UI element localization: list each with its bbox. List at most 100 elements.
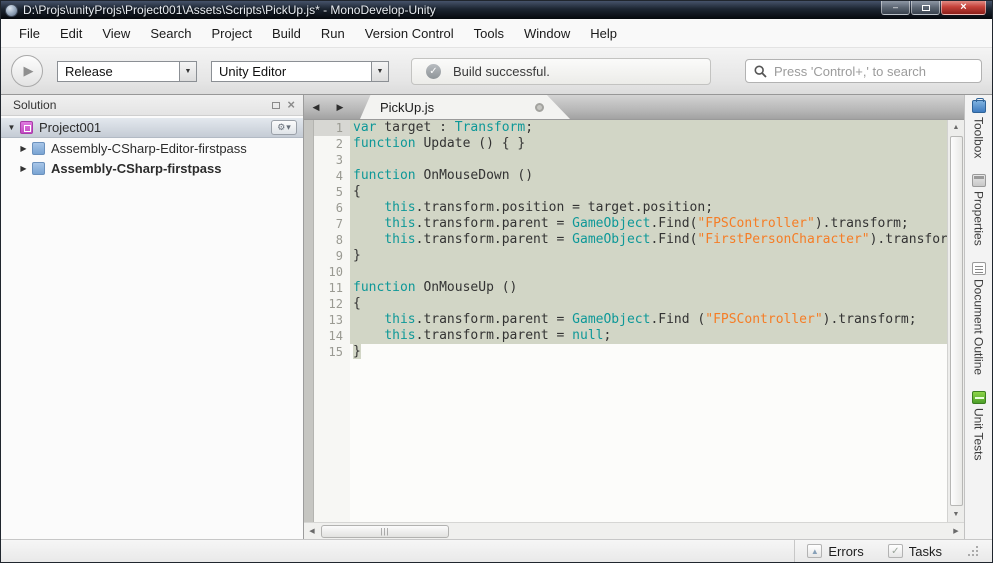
menu-item-search[interactable]: Search bbox=[140, 22, 201, 45]
run-target-dropdown[interactable]: Unity Editor ▼ bbox=[211, 60, 389, 82]
vertical-scrollbar-thumb[interactable] bbox=[949, 136, 963, 506]
code-line: 4 function OnMouseDown () bbox=[304, 168, 947, 184]
code-token: "FirstPersonCharacter" bbox=[697, 232, 870, 247]
expand-icon[interactable]: ▶ bbox=[19, 144, 28, 153]
errors-label: Errors bbox=[828, 543, 864, 559]
menu-item-build[interactable]: Build bbox=[262, 22, 311, 45]
menu-item-view[interactable]: View bbox=[92, 22, 140, 45]
expand-icon[interactable]: ▶ bbox=[19, 164, 28, 173]
close-icon: × bbox=[960, 1, 967, 13]
menu-item-run[interactable]: Run bbox=[311, 22, 355, 45]
menu-item-tools[interactable]: Tools bbox=[464, 22, 514, 45]
code-line: 1 var target : Transform; bbox=[304, 120, 947, 136]
vertical-scrollbar[interactable]: ▲ ▼ bbox=[947, 120, 964, 522]
minimize-button[interactable]: – bbox=[881, 1, 910, 15]
code-token: { bbox=[353, 296, 361, 311]
code-token: } bbox=[353, 344, 361, 359]
tree-node-project001[interactable]: ▼ Project001 ⚙ ▾ bbox=[1, 118, 303, 138]
dock-tab-properties[interactable]: Properties bbox=[971, 174, 986, 246]
horizontal-scrollbar[interactable]: ◀ ||| ▶ bbox=[304, 522, 964, 539]
errors-pad-button[interactable]: ▲ Errors bbox=[807, 543, 864, 559]
code-token: Update () { } bbox=[415, 136, 526, 151]
run-button[interactable]: ▶ bbox=[11, 55, 43, 87]
code-token: GameObject bbox=[572, 312, 651, 327]
collapse-icon[interactable]: ▼ bbox=[7, 123, 16, 132]
scroll-up-icon[interactable]: ▲ bbox=[948, 120, 964, 135]
code-token: null bbox=[572, 328, 604, 343]
tree-node-assembly-csharp-editor-firstpass[interactable]: ▶ Assembly-CSharp-Editor-firstpass bbox=[1, 138, 303, 158]
status-bar-message-area bbox=[1, 540, 794, 562]
line-number: 10 bbox=[314, 264, 350, 280]
configuration-value: Release bbox=[65, 63, 113, 79]
status-bar: ▲ Errors ✓ Tasks bbox=[1, 539, 992, 562]
tab-nav-right-button[interactable]: ▶ bbox=[328, 95, 352, 119]
code-token: .transform.position = target.position; bbox=[415, 200, 714, 215]
tree-node-assembly-csharp-firstpass[interactable]: ▶ Assembly-CSharp-firstpass bbox=[1, 158, 303, 178]
search-input[interactable]: Press 'Control+,' to search bbox=[745, 59, 982, 83]
code-text: } bbox=[350, 344, 947, 360]
tasks-pad-button[interactable]: ✓ Tasks bbox=[887, 544, 942, 559]
dock-tab-unit-tests[interactable]: Unit Tests bbox=[971, 391, 986, 461]
solution-tree: ▼ Project001 ⚙ ▾ ▶ Assembly-CSharp-Editor-fir… bbox=[1, 116, 303, 178]
scroll-right-icon[interactable]: ▶ bbox=[948, 523, 964, 539]
dock-icon bbox=[272, 101, 281, 109]
fold-margin bbox=[304, 200, 314, 216]
code-token: "FPSController" bbox=[697, 216, 815, 231]
code-line: 14 this.transform.parent = null; bbox=[304, 328, 947, 344]
code-text: } bbox=[350, 248, 947, 264]
code-text: function OnMouseUp () bbox=[350, 280, 947, 296]
maximize-button[interactable] bbox=[911, 1, 940, 15]
close-pad-button[interactable]: × bbox=[287, 98, 295, 111]
line-number: 2 bbox=[314, 136, 350, 152]
scroll-down-icon[interactable]: ▼ bbox=[948, 507, 964, 522]
code-token: ; bbox=[525, 120, 534, 135]
menu-item-project[interactable]: Project bbox=[202, 22, 262, 45]
horizontal-scrollbar-thumb[interactable]: ||| bbox=[321, 524, 449, 538]
fold-margin bbox=[304, 312, 314, 328]
tab-modified-close-icon[interactable] bbox=[535, 102, 544, 112]
node-options-button[interactable]: ⚙ ▾ bbox=[271, 120, 297, 135]
close-button[interactable]: × bbox=[941, 1, 986, 15]
scroll-left-icon[interactable]: ◀ bbox=[304, 523, 320, 539]
tab-nav-left-button[interactable]: ◀ bbox=[304, 95, 328, 119]
line-number: 13 bbox=[314, 312, 350, 328]
code-text: function Update () { } bbox=[350, 136, 947, 152]
dock-tab-document-outline[interactable]: Document Outline bbox=[971, 262, 986, 376]
fold-margin bbox=[304, 280, 314, 296]
menu-item-file[interactable]: File bbox=[9, 22, 50, 45]
code-token: .transform.parent = bbox=[415, 216, 573, 231]
dock-tab-label: Document Outline bbox=[971, 279, 986, 376]
dock-tab-toolbox[interactable]: Toolbox bbox=[971, 98, 986, 159]
tab-pickup-js[interactable]: PickUp.js bbox=[360, 95, 570, 119]
dock-tab-label: Unit Tests bbox=[971, 408, 986, 461]
title-bar[interactable]: D:\Projs\unityProjs\Project001\Assets\Sc… bbox=[1, 1, 992, 19]
build-status-bar[interactable]: ✓ Build successful. bbox=[411, 57, 711, 85]
code-text bbox=[350, 264, 947, 280]
fold-margin bbox=[304, 296, 314, 312]
menu-bar: File Edit View Search Project Build Run Version… bbox=[1, 19, 992, 48]
resize-grip[interactable] bbox=[968, 546, 978, 556]
menu-item-window[interactable]: Window bbox=[514, 22, 580, 45]
menu-item-help[interactable]: Help bbox=[580, 22, 627, 45]
dock-button[interactable] bbox=[272, 101, 281, 109]
nav-right-icon: ▶ bbox=[336, 101, 344, 112]
menu-item-version-control[interactable]: Version Control bbox=[355, 22, 464, 45]
code-token: target : bbox=[376, 120, 455, 135]
code-text: { bbox=[350, 184, 947, 200]
fold-margin bbox=[304, 232, 314, 248]
fold-margin bbox=[304, 248, 314, 264]
dock-tab-label: Toolbox bbox=[971, 117, 986, 159]
menu-item-edit[interactable]: Edit bbox=[50, 22, 92, 45]
code-line: 11 function OnMouseUp () bbox=[304, 280, 947, 296]
line-number-gutter bbox=[314, 360, 350, 522]
tree-node-label: Project001 bbox=[39, 120, 102, 135]
code-editor[interactable]: 1 var target : Transform; 2 function Update… bbox=[304, 120, 947, 522]
configuration-dropdown[interactable]: Release ▼ bbox=[57, 60, 197, 82]
assembly-icon bbox=[32, 161, 45, 175]
code-token: .transform.parent = bbox=[415, 232, 573, 247]
line-number: 9 bbox=[314, 248, 350, 264]
code-line: 15} bbox=[304, 344, 947, 360]
line-number: 7 bbox=[314, 216, 350, 232]
